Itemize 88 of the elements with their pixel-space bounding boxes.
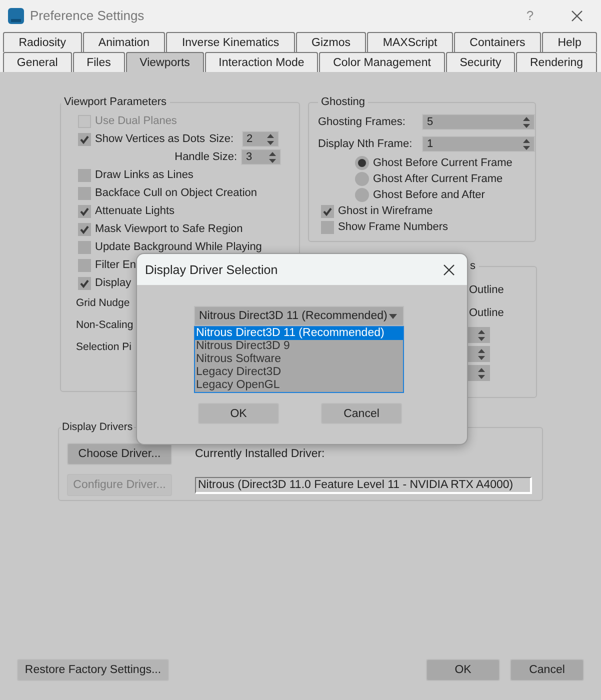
- restore-button[interactable]: Restore Factory Settings...: [17, 659, 169, 681]
- checkbox[interactable]: [78, 258, 91, 272]
- checkbox[interactable]: [78, 132, 91, 146]
- driver-field[interactable]: Nitrous (Direct3D 11.0 Feature Level 11 - NVIDIA RTX A4000): [195, 476, 532, 494]
- spinner-field[interactable]: [466, 346, 490, 362]
- radio-button[interactable]: [355, 156, 369, 170]
- tab[interactable]: Inverse Kinematics: [166, 32, 295, 52]
- checkbox-label: Draw Links as Lines: [95, 169, 194, 181]
- close-icon[interactable]: [571, 10, 583, 22]
- dialog-title: Display Driver Selection: [145, 262, 279, 276]
- spinner-field[interactable]: 5: [422, 114, 535, 130]
- checkbox-label: Filter En: [95, 259, 136, 271]
- spinner-arrows-icon[interactable]: [269, 152, 276, 162]
- dropdown-option[interactable]: Nitrous Direct3D 9: [195, 340, 403, 353]
- radio-button[interactable]: [355, 172, 369, 186]
- tab[interactable]: Animation: [82, 32, 166, 52]
- tab[interactable]: Files: [72, 52, 125, 72]
- checkbox[interactable]: [78, 204, 91, 218]
- spinner-arrows-icon[interactable]: [478, 348, 485, 360]
- field-label: Ghosting Frames:: [318, 116, 406, 128]
- dialog-button[interactable]: Cancel: [510, 659, 584, 681]
- radio-label: Ghost After Current Frame: [373, 173, 503, 185]
- field-label: Non-Scaling: [76, 319, 134, 331]
- checkbox-label: Show Frame Numbers: [338, 221, 448, 233]
- spinner-arrows-icon[interactable]: [478, 330, 485, 340]
- checkbox-label: Display: [95, 277, 132, 289]
- spinner-field[interactable]: 1: [422, 136, 535, 152]
- radio-label: Ghost Before Current Frame: [373, 157, 512, 169]
- radio-button[interactable]: [355, 188, 369, 202]
- field-label: Selection Pi: [76, 341, 132, 353]
- tab[interactable]: Help: [542, 32, 598, 52]
- tab[interactable]: Containers: [454, 32, 541, 52]
- checkbox[interactable]: [78, 240, 91, 254]
- field-label: Handle Size:: [174, 151, 237, 163]
- checkbox[interactable]: [321, 220, 334, 234]
- group-title: Ghosting: [320, 96, 366, 108]
- checkbox-label: Update Background While Playing: [95, 241, 262, 253]
- spinner-arrows-icon[interactable]: [266, 134, 274, 144]
- field-label: Currently Installed Driver:: [195, 448, 326, 460]
- spinner-field[interactable]: [466, 365, 490, 381]
- dropdown-option[interactable]: Legacy Direct3D: [195, 366, 403, 379]
- dialog-button[interactable]: Cancel: [321, 403, 402, 424]
- checkbox[interactable]: [78, 168, 91, 182]
- tab[interactable]: MAXScript: [367, 32, 453, 52]
- checkbox-label: Use Dual Planes: [95, 115, 177, 127]
- tab[interactable]: Rendering: [516, 52, 597, 72]
- dialog-button[interactable]: OK: [426, 659, 500, 681]
- tab[interactable]: Security: [446, 52, 516, 72]
- driver-dropdown[interactable]: Nitrous Direct3D 11 (Recommended): [194, 306, 404, 326]
- checkbox-label: Outline: [469, 284, 504, 296]
- checkbox[interactable]: [78, 186, 91, 200]
- radio-label: Ghost Before and After: [373, 189, 485, 201]
- field-label: Size:: [209, 133, 234, 145]
- app-icon: [8, 8, 24, 24]
- window-title: Preference Settings: [30, 8, 146, 23]
- checkbox-label: Backface Cull on Object Creation: [95, 187, 258, 199]
- checkbox-label: Mask Viewport to Safe Region: [95, 223, 243, 235]
- dialog-button[interactable]: OK: [198, 403, 279, 424]
- caret-icon: [389, 314, 397, 318]
- spinner-field[interactable]: 3: [241, 149, 281, 165]
- tab[interactable]: Radiosity: [3, 32, 82, 52]
- spinner-field[interactable]: [466, 327, 490, 343]
- close-icon[interactable]: [443, 264, 455, 276]
- spinner-field[interactable]: 2: [242, 131, 279, 147]
- dropdown-option[interactable]: Nitrous Software: [195, 353, 403, 366]
- checkbox[interactable]: [78, 222, 91, 236]
- tab[interactable]: Gizmos: [296, 32, 366, 52]
- dropdown-option[interactable]: Nitrous Direct3D 11 (Recommended): [195, 327, 403, 340]
- group-title: s: [469, 260, 476, 272]
- group-title: Display Drivers: [61, 421, 134, 433]
- checkbox-label: Show Vertices as Dots: [95, 133, 206, 145]
- dropdown-option[interactable]: Legacy OpenGL: [195, 379, 403, 392]
- spinner-arrows-icon[interactable]: [478, 368, 485, 378]
- tab[interactable]: Viewports: [126, 52, 204, 72]
- checkbox-label: Ghost in Wireframe: [338, 205, 433, 217]
- field-label: Grid Nudge: [76, 297, 130, 309]
- spinner-arrows-icon[interactable]: [523, 116, 530, 128]
- choose-driver-button[interactable]: Choose Driver...: [67, 443, 172, 465]
- checkbox[interactable]: [78, 276, 91, 290]
- group-title: Viewport Parameters: [63, 96, 168, 108]
- checkbox-label: Outline: [469, 306, 504, 318]
- tab[interactable]: Interaction Mode: [204, 52, 318, 72]
- field-label: Display Nth Frame:: [318, 138, 414, 150]
- spinner-arrows-icon[interactable]: [523, 138, 530, 150]
- checkbox[interactable]: [321, 204, 334, 218]
- tab[interactable]: Color Management: [319, 52, 445, 72]
- tab[interactable]: General: [3, 52, 72, 72]
- checkbox-label: Attenuate Lights: [95, 205, 175, 217]
